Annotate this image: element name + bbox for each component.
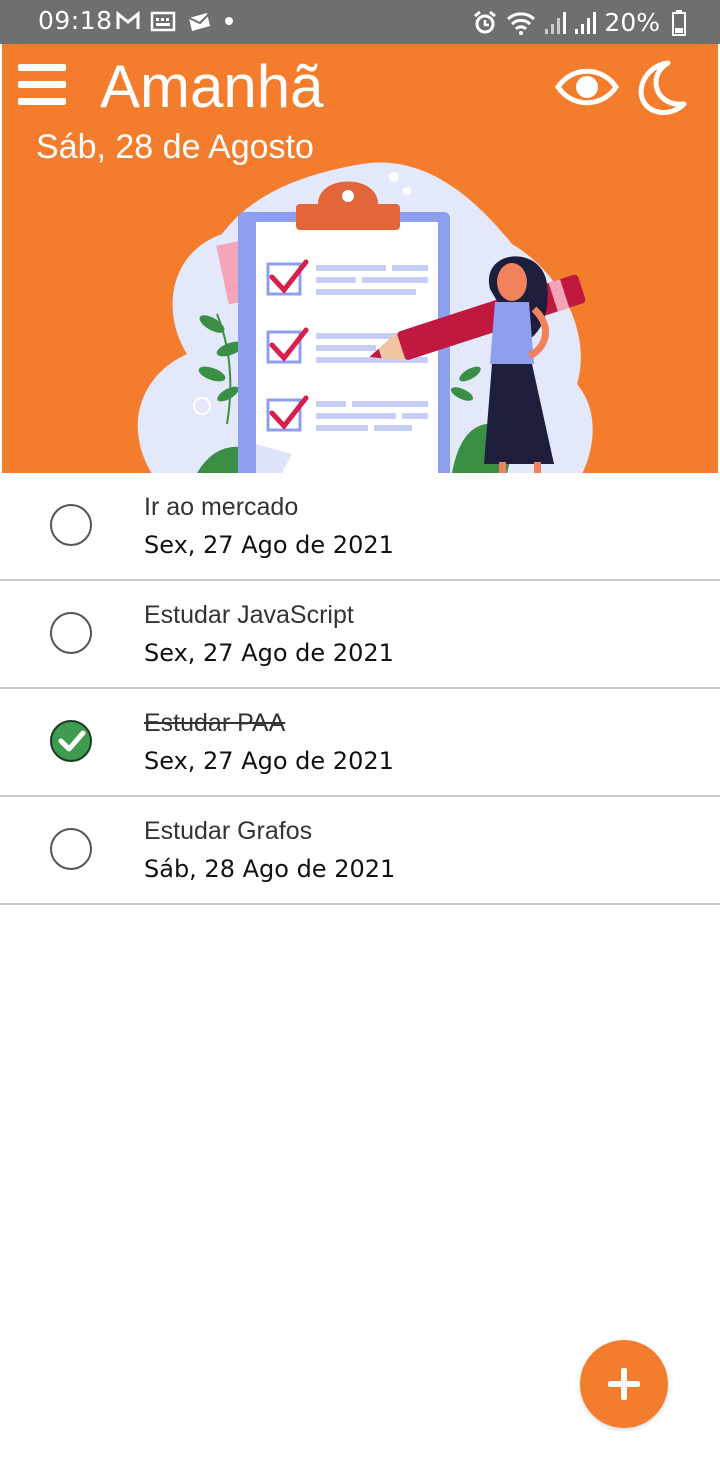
task-checkbox-checked[interactable] (50, 720, 92, 762)
list-item[interactable]: Ir ao mercado Sex, 27 Ago de 2021 (0, 473, 720, 581)
menu-icon-bar (18, 81, 66, 88)
menu-button[interactable] (18, 62, 68, 108)
page-title: Amanhã (100, 53, 324, 120)
task-title: Estudar PAA (144, 709, 286, 737)
task-date: Sáb, 28 Ago de 2021 (144, 855, 396, 883)
task-checkbox[interactable] (50, 828, 92, 870)
add-task-button[interactable] (580, 1340, 668, 1428)
task-date: Sex, 27 Ago de 2021 (144, 531, 394, 559)
task-checkbox[interactable] (50, 612, 92, 654)
task-date: Sex, 27 Ago de 2021 (144, 747, 394, 775)
plus-icon-bar (621, 1368, 627, 1400)
header: Amanhã Sáb, 28 de Agosto (2, 44, 718, 473)
signal-icon (545, 11, 567, 34)
check-icon (58, 730, 86, 752)
battery-icon (672, 9, 686, 36)
battery-percent: 20% (604, 8, 660, 37)
page-date: Sáb, 28 de Agosto (36, 128, 314, 166)
eye-icon[interactable] (554, 62, 620, 112)
calendar-icon (150, 11, 176, 32)
signal-icon (575, 11, 597, 34)
system-icons: 20% (472, 8, 686, 37)
task-title: Estudar JavaScript (144, 601, 354, 629)
list-item[interactable]: Estudar PAA Sex, 27 Ago de 2021 (0, 689, 720, 797)
list-item[interactable]: Estudar JavaScript Sex, 27 Ago de 2021 (0, 581, 720, 689)
task-list: Ir ao mercado Sex, 27 Ago de 2021 Estuda… (0, 473, 720, 905)
task-title: Estudar Grafos (144, 817, 313, 845)
status-time: 09:18 (38, 6, 113, 35)
task-title: Ir ao mercado (144, 493, 299, 521)
alarm-icon (474, 10, 497, 33)
notification-icons (116, 10, 236, 32)
mail-icon (188, 12, 211, 31)
task-date: Sex, 27 Ago de 2021 (144, 639, 394, 667)
moon-icon[interactable] (634, 58, 692, 118)
menu-icon (18, 64, 66, 71)
gmail-icon (116, 11, 140, 29)
task-checkbox[interactable] (50, 504, 92, 546)
status-bar: 09:18 20% (0, 0, 720, 44)
wifi-icon (507, 11, 536, 35)
list-item[interactable]: Estudar Grafos Sáb, 28 Ago de 2021 (0, 797, 720, 905)
dot-icon (225, 17, 233, 25)
menu-icon-bar (18, 98, 66, 105)
